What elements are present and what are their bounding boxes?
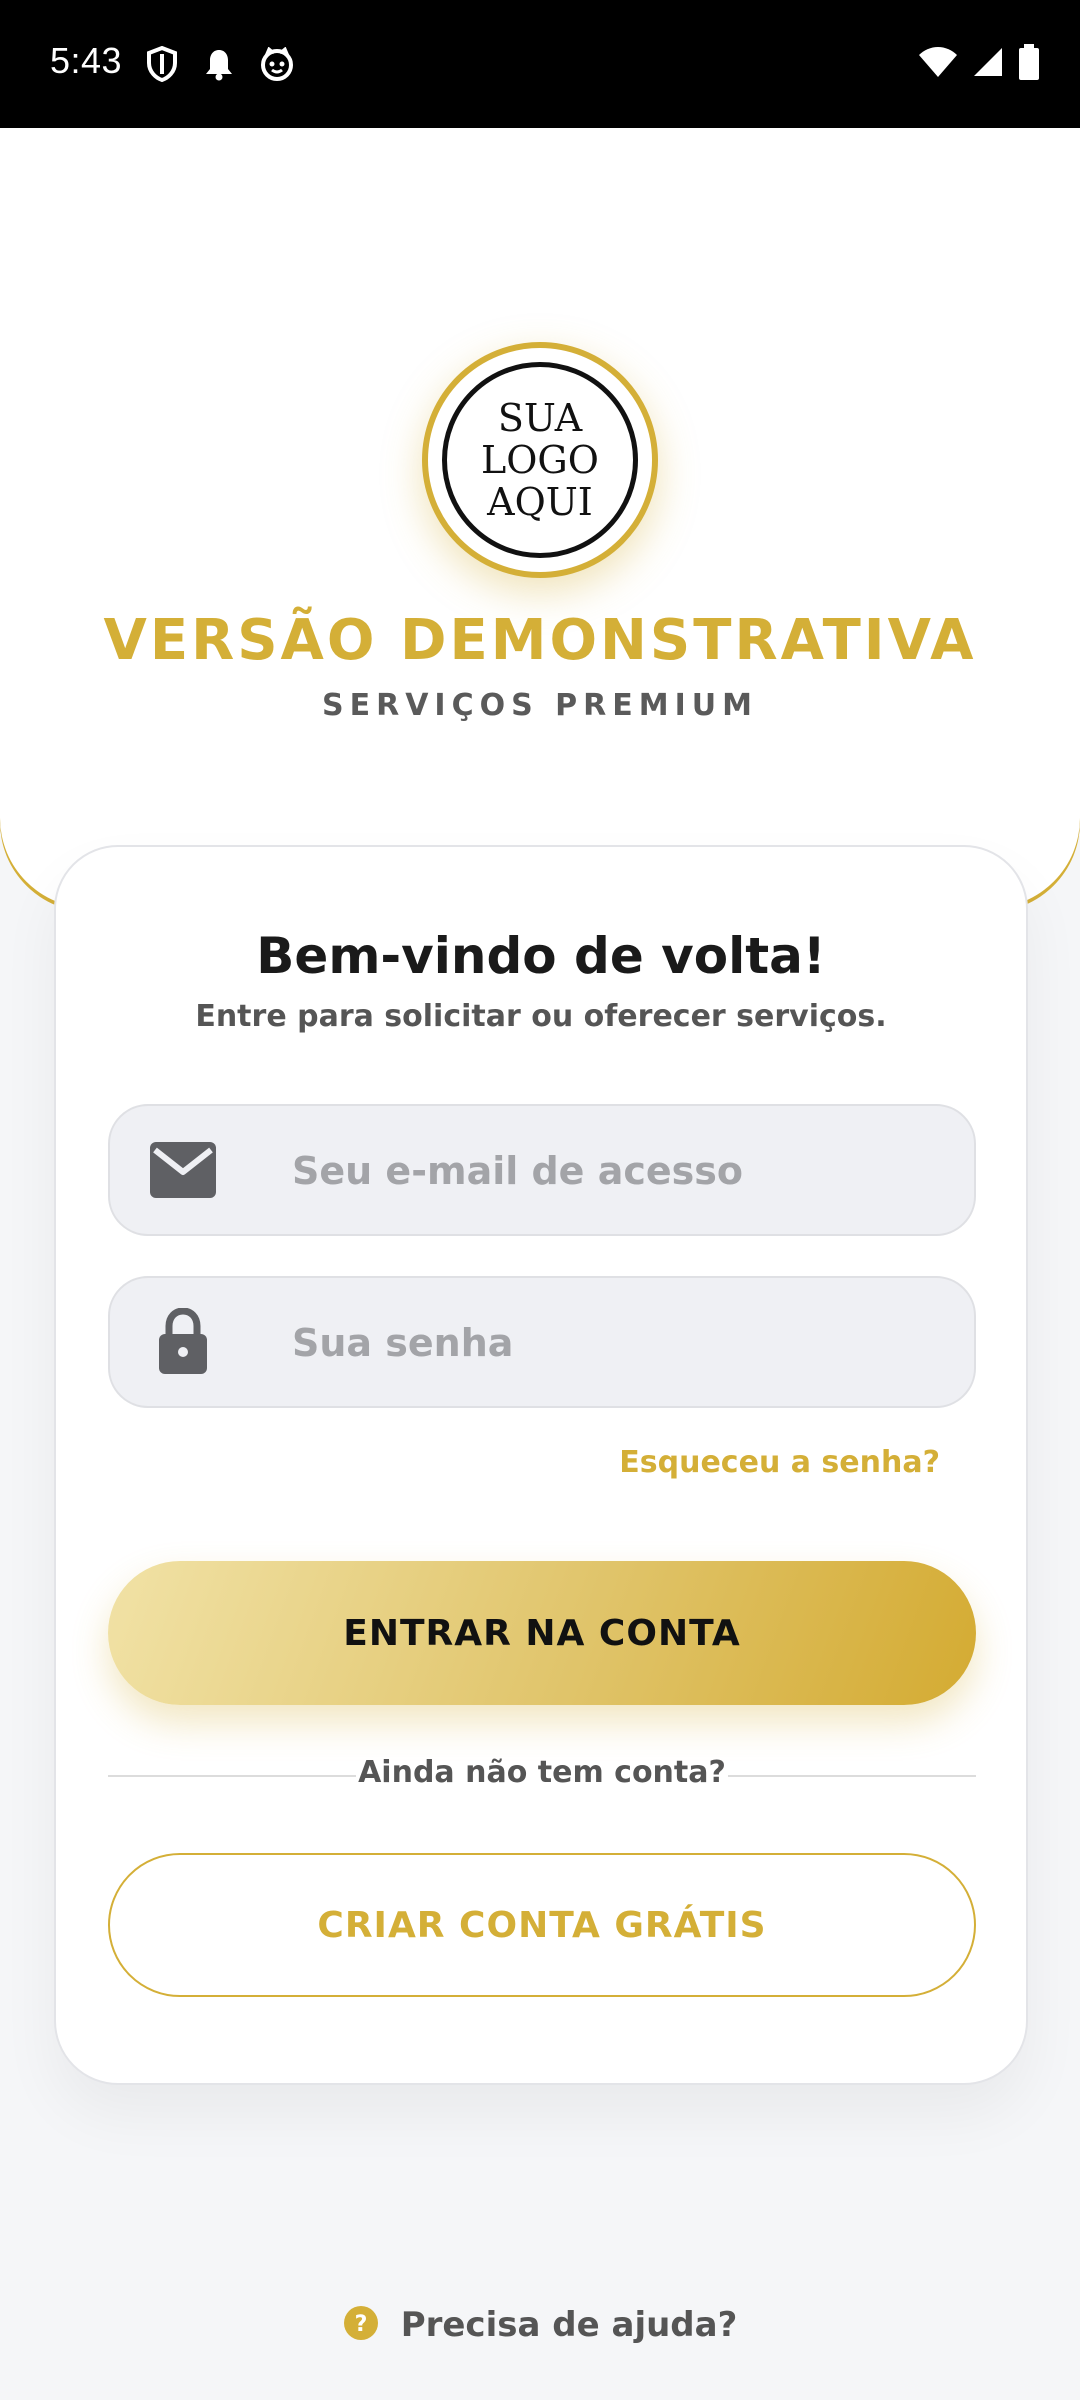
create-account-button[interactable]: CRIAR CONTA GRÁTIS (108, 1853, 976, 1997)
brand-subtitle: SERVIÇOS PREMIUM (322, 688, 758, 723)
status-time: 5:43 (50, 40, 123, 81)
signup-divider: Ainda não tem conta? (108, 1755, 976, 1795)
divider-label: Ainda não tem conta? (358, 1755, 726, 1790)
email-input[interactable] (290, 1106, 954, 1236)
logo-text: SUA LOGO AQUI (442, 362, 638, 558)
divider-line-right (728, 1775, 976, 1777)
logo-line-1: SUA (497, 396, 583, 440)
login-card: Bem-vindo de volta! Entre para solicitar… (54, 845, 1028, 2085)
help-circle-icon: ? (343, 2305, 379, 2345)
login-title: Bem-vindo de volta! (256, 927, 826, 985)
brand-title: VERSÃO DEMONSTRATIVA (103, 608, 977, 673)
battery-icon (1018, 44, 1040, 80)
status-left-icons (146, 46, 294, 82)
login-subtitle: Entre para solicitar ou oferecer serviço… (195, 999, 887, 1034)
status-right-icons (918, 44, 1040, 80)
password-field[interactable] (108, 1276, 976, 1408)
cat-face-icon (260, 47, 294, 81)
svg-text:?: ? (354, 2312, 367, 2337)
help-label: Precisa de ajuda? (400, 2305, 738, 2345)
status-bar: 5:43 (0, 0, 1080, 128)
logo-line-2: LOGO (481, 438, 599, 482)
login-button[interactable]: ENTRAR NA CONTA (108, 1561, 976, 1705)
logo-line-3: AQUI (487, 480, 593, 524)
logo-badge: SUA LOGO AQUI (422, 342, 658, 578)
lock-icon (158, 1307, 208, 1378)
shield-icon (146, 46, 178, 82)
notification-bell-icon (204, 47, 234, 81)
cellular-signal-icon (972, 46, 1004, 78)
password-input[interactable] (290, 1278, 954, 1408)
envelope-icon (150, 1142, 216, 1202)
help-link[interactable]: ? Precisa de ajuda? (0, 2305, 1080, 2345)
forgot-password-link[interactable]: Esqueceu a senha? (619, 1445, 940, 1480)
wifi-icon (918, 46, 958, 78)
email-field[interactable] (108, 1104, 976, 1236)
